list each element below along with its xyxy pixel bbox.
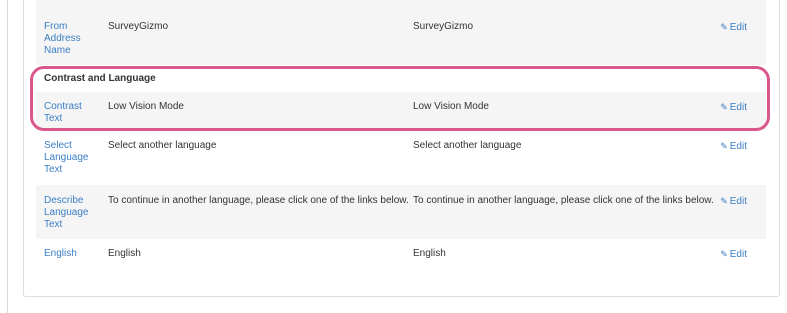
section-title: Contrast and Language	[44, 73, 156, 84]
row-default-value: SurveyGizmo	[108, 21, 169, 32]
row-label-describe-language-text[interactable]: Describe Language Text	[44, 195, 100, 231]
table-row: Describe Language Text To continue in an…	[36, 185, 766, 240]
row-default-value: Select another language	[108, 140, 217, 151]
row-default-value: To continue in another language, please …	[108, 195, 409, 206]
edit-label: Edit	[729, 196, 747, 207]
table-row: English English English ✎ Edit	[36, 240, 766, 268]
edit-button[interactable]: ✎ Edit	[720, 195, 747, 208]
edit-button[interactable]: ✎ Edit	[720, 248, 747, 261]
pencil-icon: ✎	[720, 102, 728, 112]
row-custom-value: Select another language	[413, 140, 522, 151]
row-label-from-address-name[interactable]: From Address Name	[44, 21, 100, 57]
row-default-value: English	[108, 248, 141, 259]
edit-button[interactable]: ✎ Edit	[720, 101, 747, 114]
text-settings-table: From Address Name SurveyGizmo SurveyGizm…	[36, 0, 766, 268]
row-default-value: Low Vision Mode	[108, 101, 184, 112]
pencil-icon: ✎	[720, 22, 728, 32]
row-label-english[interactable]: English	[44, 248, 100, 260]
left-divider	[7, 0, 8, 313]
row-custom-value: SurveyGizmo	[413, 21, 474, 32]
edit-button[interactable]: ✎ Edit	[720, 21, 747, 34]
pencil-icon: ✎	[720, 196, 728, 206]
row-label-select-language-text[interactable]: Select Language Text	[44, 140, 100, 176]
edit-label: Edit	[729, 249, 747, 260]
row-custom-value: Low Vision Mode	[413, 101, 489, 112]
row-custom-value: To continue in another language, please …	[413, 195, 714, 206]
table-row: Contrast Text Low Vision Mode Low Vision…	[36, 92, 766, 131]
section-header-row: Contrast and Language	[36, 66, 766, 92]
pencil-icon: ✎	[720, 141, 728, 151]
row-label-contrast-text[interactable]: Contrast Text	[44, 101, 100, 125]
pencil-icon: ✎	[720, 249, 728, 259]
edit-label: Edit	[729, 141, 747, 152]
table-row: Select Language Text Select another lang…	[36, 131, 766, 185]
edit-label: Edit	[729, 102, 747, 113]
row-custom-value: English	[413, 248, 446, 259]
table-row: From Address Name SurveyGizmo SurveyGizm…	[36, 0, 766, 66]
edit-button[interactable]: ✎ Edit	[720, 140, 747, 153]
edit-label: Edit	[729, 22, 747, 33]
